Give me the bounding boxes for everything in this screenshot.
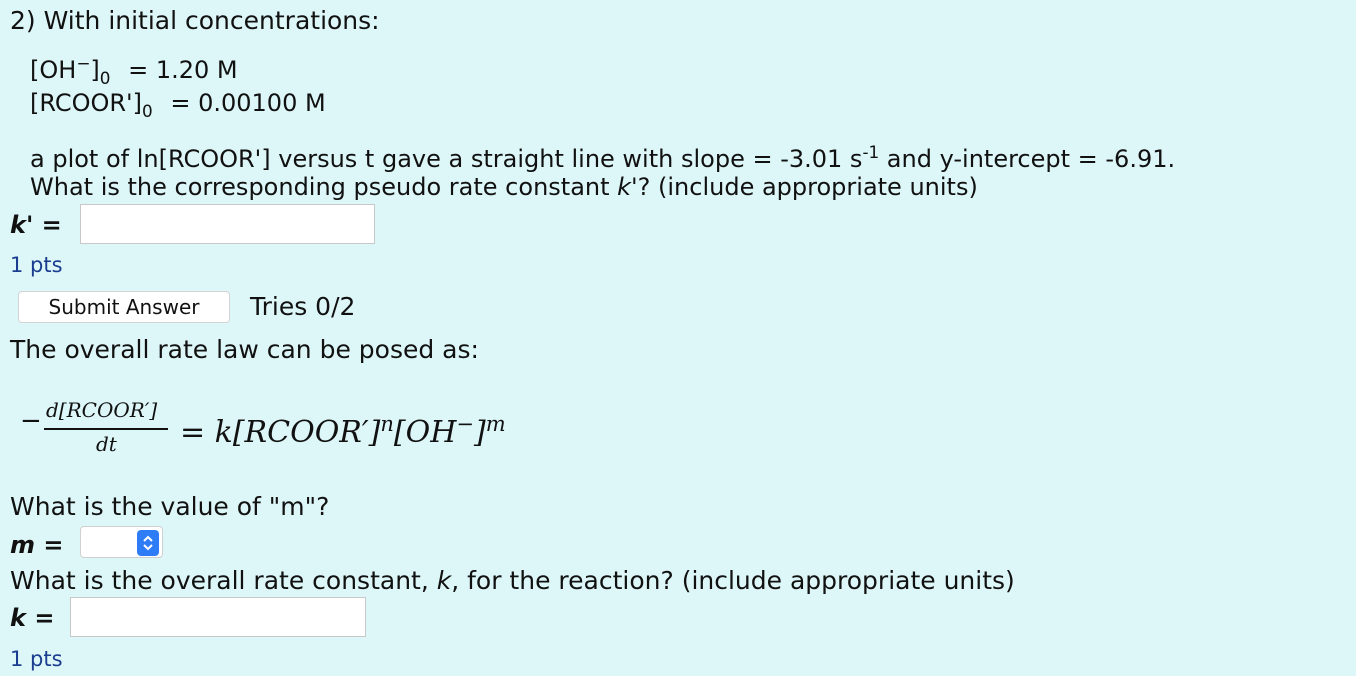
m-label: m = bbox=[10, 531, 64, 559]
conc-oh: [OH−]0 = 1.20 M bbox=[30, 53, 238, 88]
kprime-input[interactable] bbox=[80, 204, 375, 244]
equation-rhs: = k[RCOOR′]n[OH−]m bbox=[180, 412, 506, 450]
pts-label: 1 pts bbox=[10, 253, 63, 277]
plot-description: a plot of ln[RCOOR'] versus t gave a str… bbox=[30, 142, 1176, 173]
pts-label: 1 pts bbox=[10, 647, 63, 671]
m-select[interactable] bbox=[80, 526, 163, 558]
submit-answer-button[interactable]: Submit Answer bbox=[18, 291, 230, 323]
conc-rcoor: [RCOOR']0 = 0.00100 M bbox=[30, 89, 326, 121]
kprime-label: k' = bbox=[10, 211, 62, 239]
tries-counter: Tries 0/2 bbox=[250, 292, 356, 321]
equation-denominator: dt bbox=[96, 432, 117, 456]
rate-law-intro: The overall rate law can be posed as: bbox=[10, 335, 479, 364]
equation-minus: − bbox=[20, 406, 42, 436]
equation-numerator: d[RCOOR′] bbox=[46, 398, 158, 422]
question-heading: 2) With initial concentrations: bbox=[10, 6, 380, 35]
updown-chevron-icon[interactable] bbox=[137, 530, 159, 556]
prompt-m: What is the value of "m"? bbox=[10, 492, 330, 521]
k-label: k = bbox=[10, 604, 55, 632]
prompt-k: What is the overall rate constant, k, fo… bbox=[10, 566, 1015, 595]
k-input[interactable] bbox=[70, 597, 366, 637]
prompt-kprime: What is the corresponding pseudo rate co… bbox=[30, 173, 978, 201]
fraction-bar bbox=[44, 428, 168, 430]
